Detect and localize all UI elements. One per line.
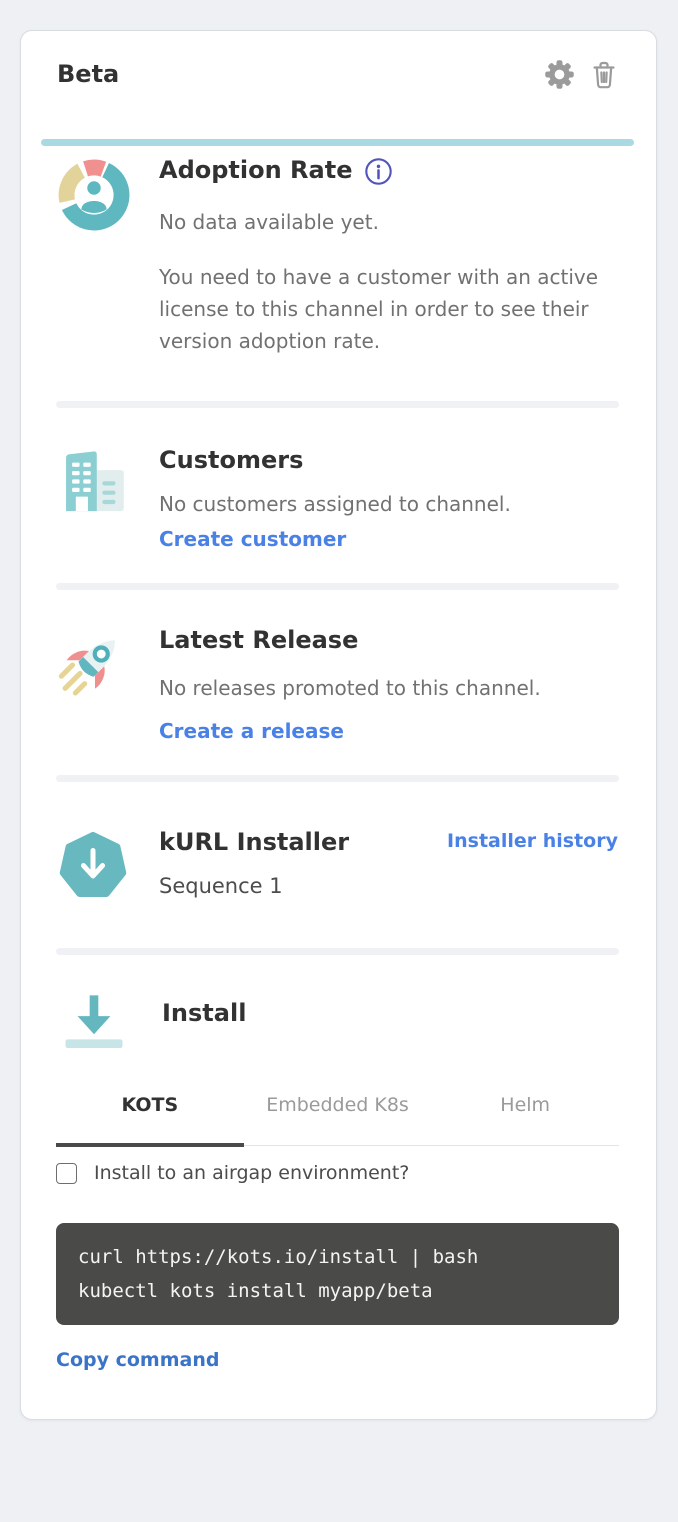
rocket-icon xyxy=(53,624,135,706)
airgap-label[interactable]: Install to an airgap environment? xyxy=(94,1162,409,1184)
customers-empty-message: No customers assigned to channel. xyxy=(159,490,618,518)
create-customer-link[interactable]: Create customer xyxy=(159,527,346,551)
latest-release-body: Latest Release No releases promoted to t… xyxy=(159,624,618,743)
adoption-rate-title: Adoption Rate xyxy=(159,154,352,187)
adoption-description: You need to have a customer with an acti… xyxy=(159,261,605,357)
create-release-link[interactable]: Create a release xyxy=(159,719,344,743)
section-adoption-rate: Adoption Rate No data available yet. You… xyxy=(21,146,656,401)
adoption-rate-donut-icon xyxy=(53,154,135,236)
install-command-code-block: curl https://kots.io/install | bashkubec… xyxy=(56,1223,619,1325)
copy-command-link[interactable]: Copy command xyxy=(56,1349,219,1371)
section-divider xyxy=(56,775,619,782)
install-icon-wrap xyxy=(56,985,162,1065)
installer-history-link[interactable]: Installer history xyxy=(447,826,618,856)
kurl-icon-wrap xyxy=(53,826,159,910)
customers-title: Customers xyxy=(159,444,618,477)
gear-icon xyxy=(544,59,575,90)
channel-card: Beta xyxy=(20,30,657,1420)
section-latest-release: Latest Release No releases promoted to t… xyxy=(21,590,656,775)
section-divider xyxy=(56,583,619,590)
install-tabs: KOTS Embedded K8s Helm xyxy=(56,1092,619,1146)
tab-embedded-k8s[interactable]: Embedded K8s xyxy=(244,1092,432,1145)
latest-release-icon-wrap xyxy=(53,624,159,743)
customers-icon-wrap xyxy=(53,444,159,551)
channel-accent-bar xyxy=(41,139,634,146)
adoption-info-button[interactable] xyxy=(364,157,393,186)
kurl-heptagon-download-icon xyxy=(53,826,133,906)
section-divider xyxy=(56,948,619,955)
install-title: Install xyxy=(162,997,246,1030)
trash-icon xyxy=(590,59,618,90)
page: { "colors": { "page-bg": "#eef0f3", "car… xyxy=(0,30,678,1522)
adoption-rate-icon-wrap xyxy=(53,154,159,357)
kurl-installer-title: kURL Installer xyxy=(159,826,349,859)
buildings-icon xyxy=(53,444,135,526)
customers-body: Customers No customers assigned to chann… xyxy=(159,444,618,551)
installer-sequence: Sequence 1 xyxy=(159,872,618,901)
latest-release-title: Latest Release xyxy=(159,624,618,657)
section-install: Install KOTS Embedded K8s Helm Install t… xyxy=(21,955,656,1419)
command-line: curl https://kots.io/install | bash xyxy=(78,1240,597,1274)
channel-settings-button[interactable] xyxy=(544,59,575,90)
tab-helm[interactable]: Helm xyxy=(431,1092,619,1145)
channel-title: Beta xyxy=(57,58,119,91)
release-empty-message: No releases promoted to this channel. xyxy=(159,674,618,702)
download-icon xyxy=(56,985,132,1061)
install-head: Install xyxy=(56,985,619,1065)
section-divider xyxy=(56,401,619,408)
kurl-body: kURL Installer Installer history Sequenc… xyxy=(159,826,618,910)
section-kurl-installer: kURL Installer Installer history Sequenc… xyxy=(21,782,656,948)
adoption-empty-message: No data available yet. xyxy=(159,208,618,236)
airgap-checkbox[interactable] xyxy=(56,1163,77,1184)
adoption-rate-body: Adoption Rate No data available yet. You… xyxy=(159,154,618,357)
info-icon xyxy=(364,157,393,186)
section-customers: Customers No customers assigned to chann… xyxy=(21,408,656,583)
command-line: kubectl kots install myapp/beta xyxy=(78,1274,597,1308)
channel-delete-button[interactable] xyxy=(590,59,618,90)
tab-kots[interactable]: KOTS xyxy=(56,1092,244,1145)
card-header: Beta xyxy=(21,31,656,91)
airgap-row: Install to an airgap environment? xyxy=(56,1162,619,1184)
header-actions xyxy=(544,59,618,90)
